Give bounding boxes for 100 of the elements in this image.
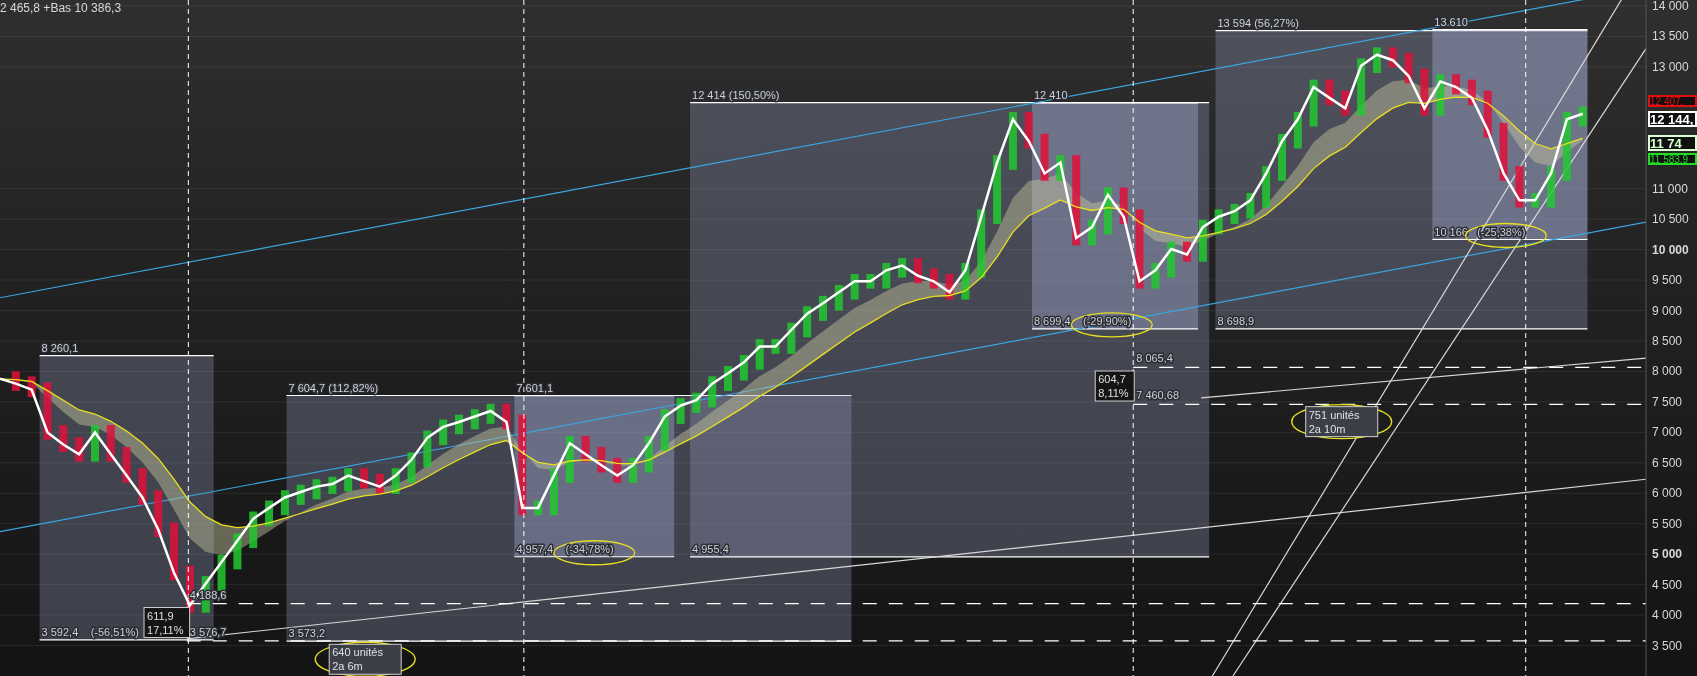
candle xyxy=(27,376,36,397)
candle xyxy=(280,490,289,516)
axis-tick-label: 6 000 xyxy=(1652,486,1683,501)
legend-text: 2 465,8 +Bas 10 386,3 xyxy=(0,1,122,15)
candle xyxy=(1040,133,1049,181)
candle xyxy=(1467,79,1476,106)
candle xyxy=(850,274,859,300)
price-label: 13 594 (56,27%) xyxy=(1217,16,1299,29)
candle xyxy=(708,376,717,408)
axis-tick-label: 5 000 xyxy=(1652,547,1683,562)
price-label: 8 260,1 xyxy=(41,341,79,354)
candle xyxy=(1325,79,1334,106)
candle xyxy=(977,209,986,278)
candle xyxy=(75,437,84,462)
candle xyxy=(803,306,812,338)
candle xyxy=(1404,52,1413,84)
axis-tick-label: 13 500 xyxy=(1652,29,1689,44)
candle xyxy=(929,268,938,289)
candle xyxy=(961,263,970,300)
candle xyxy=(787,322,796,354)
candle xyxy=(328,476,337,494)
price-label: 3 576,7 xyxy=(189,625,227,638)
price-tag: 12 407, xyxy=(1648,95,1697,107)
candle xyxy=(549,468,558,516)
candle xyxy=(154,490,163,538)
axis-tick-label: 4 500 xyxy=(1652,577,1683,592)
candle xyxy=(819,295,827,321)
candle xyxy=(1278,133,1286,181)
candle xyxy=(1420,68,1429,116)
candle xyxy=(486,403,495,424)
candle xyxy=(676,398,685,424)
axis-tick-label: 10 000 xyxy=(1652,242,1689,257)
axis-tick-label: 10 500 xyxy=(1652,212,1689,227)
candle xyxy=(11,371,20,391)
candle xyxy=(233,533,242,570)
candle xyxy=(581,436,590,462)
candle xyxy=(1198,219,1207,262)
candle xyxy=(1499,122,1508,181)
candle xyxy=(534,500,543,516)
candle xyxy=(122,446,131,483)
candle xyxy=(1103,187,1112,235)
candle xyxy=(407,452,416,483)
candle xyxy=(1214,209,1223,235)
candle xyxy=(1056,155,1065,181)
measure-callout: 611,9 17,11% xyxy=(143,607,191,639)
measure-callout: 604,7 8,11% xyxy=(1094,370,1135,402)
candle xyxy=(1515,166,1524,208)
axis-tick-label: 9 500 xyxy=(1652,273,1683,288)
candle xyxy=(1341,90,1350,116)
price-label: 3 592,4 xyxy=(41,625,79,638)
axis-tick-label: 9 000 xyxy=(1652,303,1683,318)
candle xyxy=(1357,58,1366,116)
price-label: 8 065,4 xyxy=(1136,352,1173,365)
candle xyxy=(692,392,701,413)
candle xyxy=(945,274,954,300)
axis-tick-label: 3 500 xyxy=(1652,638,1683,653)
candle xyxy=(90,425,99,462)
candle xyxy=(613,457,622,483)
axis-tick-label: 5 500 xyxy=(1652,516,1683,531)
price-label: 7 601,1 xyxy=(516,381,554,394)
price-tag: 12 144, xyxy=(1648,111,1697,127)
candle xyxy=(344,468,353,492)
candle xyxy=(898,258,907,278)
percent-label: (-56,51%) xyxy=(90,625,139,638)
price-tag: 11 583,9 xyxy=(1648,153,1697,165)
candle xyxy=(1562,111,1571,181)
candle xyxy=(59,425,68,452)
candle xyxy=(185,565,194,613)
percent-label: (-34,78%) xyxy=(565,542,614,555)
axis-tick-label: 4 000 xyxy=(1652,608,1683,623)
axis-tick-label: 14 000 xyxy=(1652,0,1689,13)
candle xyxy=(1008,111,1017,170)
measure-callout: 640 unités 2a 6m xyxy=(328,643,402,675)
candle xyxy=(1230,203,1239,225)
candle xyxy=(1452,74,1461,95)
candle xyxy=(1024,111,1033,149)
axis-tick-label: 8 500 xyxy=(1652,334,1683,348)
candle xyxy=(470,409,479,430)
candle xyxy=(1167,241,1176,278)
candle xyxy=(1246,192,1255,219)
price-label: 4 955,4 xyxy=(692,542,729,555)
candle xyxy=(138,468,147,505)
price-label: 3 573,2 xyxy=(288,627,326,640)
candle xyxy=(265,500,274,527)
candle xyxy=(1151,263,1160,289)
axis-tick-label: 11 000 xyxy=(1652,181,1688,196)
price-label: 8 699,4 xyxy=(1033,314,1071,327)
candle xyxy=(1388,47,1397,68)
price-label: 4 957,4 xyxy=(516,542,554,555)
axis-tick-label: 7 000 xyxy=(1652,425,1683,440)
price-label: 10 166 xyxy=(1434,225,1468,238)
candle xyxy=(1309,79,1318,127)
candle xyxy=(597,446,606,473)
price-label: 7 604,7 (112,82%) xyxy=(288,381,379,394)
candle xyxy=(170,522,179,581)
candle xyxy=(660,409,669,451)
axis-tick-label: 8 000 xyxy=(1652,364,1683,379)
candle xyxy=(391,468,400,494)
axis-tick-label: 13 000 xyxy=(1652,59,1689,74)
candle xyxy=(439,419,448,446)
